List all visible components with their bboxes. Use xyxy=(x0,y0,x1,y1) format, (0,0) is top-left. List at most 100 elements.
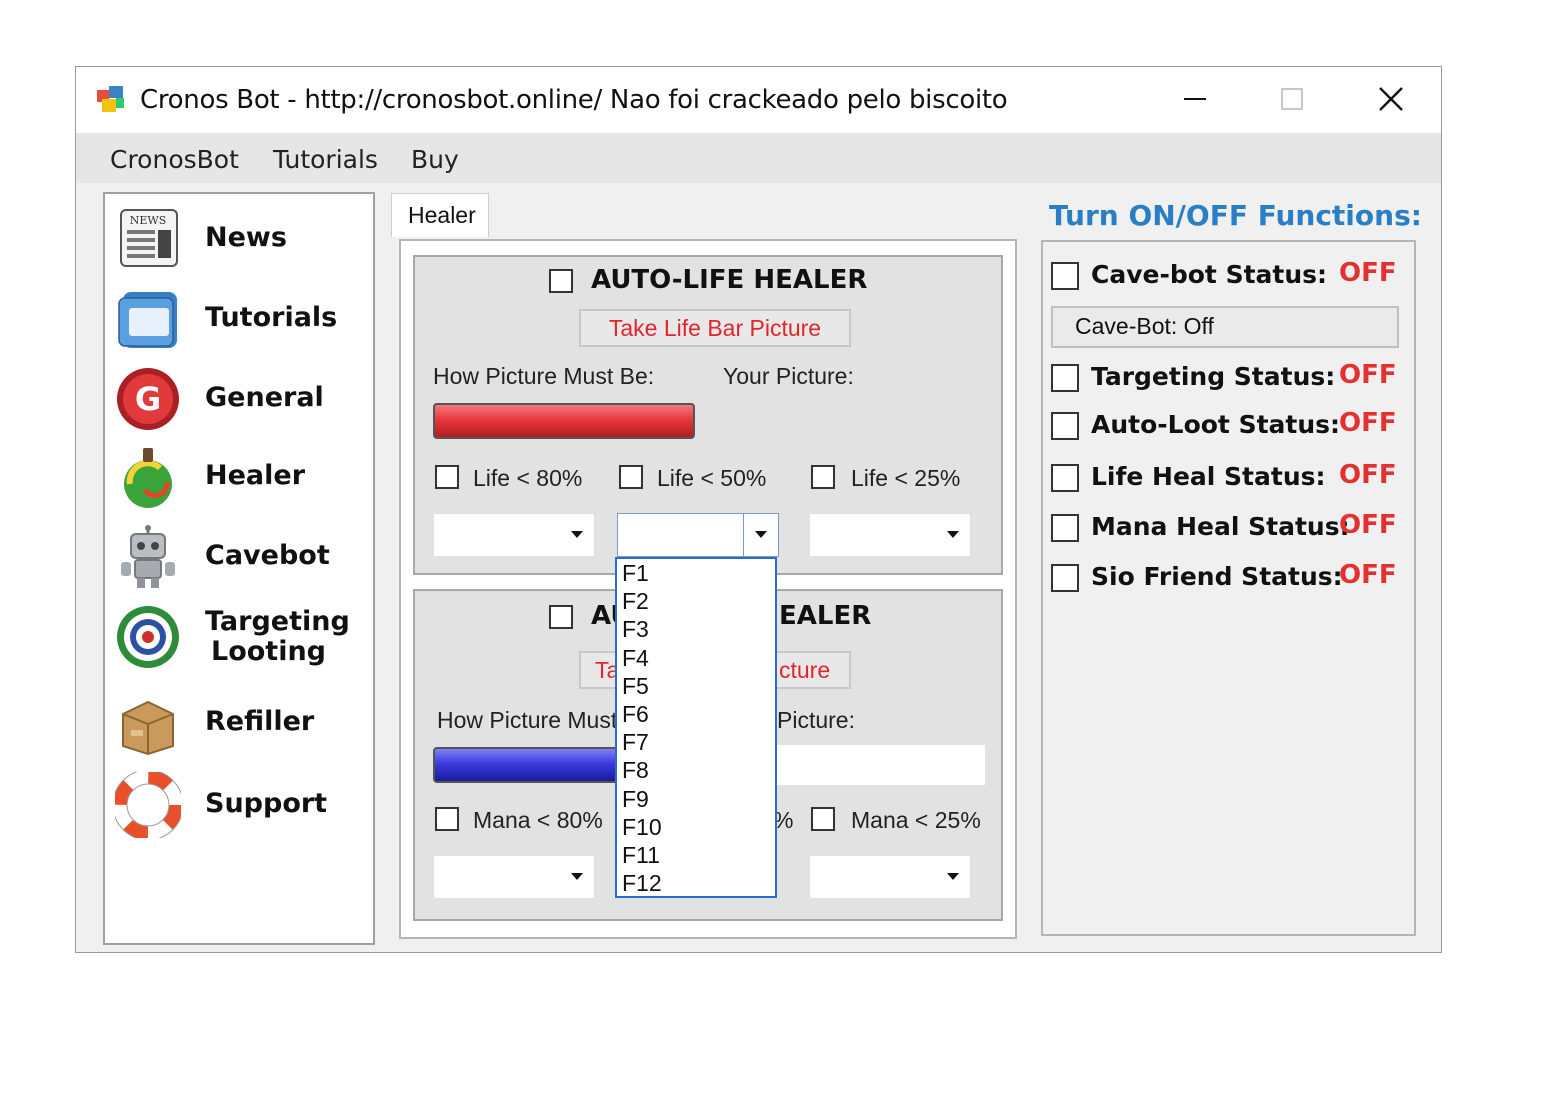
sidebar-item-label: Tutorials xyxy=(205,302,338,333)
cavebot-icon xyxy=(121,525,175,588)
life-healer-checkbox[interactable] xyxy=(549,269,573,293)
targeting-status-checkbox[interactable] xyxy=(1051,364,1079,392)
status-value: OFF xyxy=(1339,510,1397,540)
svg-text:NEWS: NEWS xyxy=(130,214,167,227)
menu-cronosbot[interactable]: CronosBot xyxy=(110,145,239,174)
mana-your-picture-box xyxy=(777,745,985,785)
manaheal-status-checkbox[interactable] xyxy=(1051,514,1079,542)
svg-text:G: G xyxy=(135,380,161,418)
life-50-label: Life < 50% xyxy=(657,465,767,491)
mana-80-hotkey-select[interactable] xyxy=(433,855,595,899)
chevron-down-icon xyxy=(936,856,970,898)
life-80-label: Life < 80% xyxy=(473,465,583,491)
sidebar-item-healer[interactable]: Healer xyxy=(113,442,369,512)
dropdown-option-f4[interactable]: F4 xyxy=(617,644,775,672)
dropdown-option-f7[interactable]: F7 xyxy=(617,728,775,756)
general-icon: G xyxy=(117,368,179,430)
status-label: Mana Heal Status: xyxy=(1091,512,1350,541)
news-icon: NEWS xyxy=(120,209,178,267)
sidebar-item-label: Refiller xyxy=(205,706,315,737)
life-healer-group: AUTO-LIFE HEALER Take Life Bar Picture H… xyxy=(413,255,1003,575)
life-25-checkbox[interactable] xyxy=(811,465,835,489)
sidebar-item-news[interactable]: NEWS News xyxy=(113,204,369,274)
status-label: Auto-Loot Status: xyxy=(1091,410,1341,439)
mana-healer-checkbox[interactable] xyxy=(549,605,573,629)
sidebar-item-label-2: Looting xyxy=(211,636,327,667)
dropdown-option-f5[interactable]: F5 xyxy=(617,672,775,700)
lifeheal-status-checkbox[interactable] xyxy=(1051,464,1079,492)
mana-healer-title-end: EALER xyxy=(779,601,872,631)
dropdown-option-f3[interactable]: F3 xyxy=(617,615,775,643)
close-icon xyxy=(1379,87,1403,111)
siofriend-status-checkbox[interactable] xyxy=(1051,564,1079,592)
dropdown-option-f12[interactable]: F12 xyxy=(617,869,775,897)
minimize-icon xyxy=(1184,98,1206,100)
life-healer-title: AUTO-LIFE HEALER xyxy=(591,265,868,295)
targeting-icon xyxy=(117,606,179,668)
life-80-checkbox[interactable] xyxy=(435,465,459,489)
sidebar-item-refiller[interactable]: Refiller xyxy=(113,688,369,758)
tab-healer[interactable]: Healer xyxy=(391,193,489,237)
tutorials-icon xyxy=(118,292,177,348)
status-value: OFF xyxy=(1339,460,1397,490)
chevron-down-icon xyxy=(560,514,594,556)
life-50-checkbox[interactable] xyxy=(619,465,643,489)
dropdown-option-f6[interactable]: F6 xyxy=(617,700,775,728)
status-label: Targeting Status: xyxy=(1091,362,1336,391)
status-label: Sio Friend Status: xyxy=(1091,562,1343,591)
your-picture-label: Your Picture: xyxy=(723,363,854,389)
functions-panel: Cave-bot Status: OFF Cave-Bot: Off Targe… xyxy=(1041,240,1416,936)
minimize-button[interactable] xyxy=(1170,79,1220,119)
chevron-down-icon xyxy=(560,856,594,898)
cavebot-state-box: Cave-Bot: Off xyxy=(1051,306,1399,348)
dropdown-option-f2[interactable]: F2 xyxy=(617,587,775,615)
sidebar-item-label: Targeting xyxy=(205,606,350,637)
title-bar: Cronos Bot - http://cronosbot.online/ Na… xyxy=(76,67,1441,133)
sidebar-item-support[interactable]: Support xyxy=(113,770,369,840)
menu-tutorials[interactable]: Tutorials xyxy=(273,145,378,174)
sidebar-item-tutorials[interactable]: Tutorials xyxy=(113,284,369,354)
mana-25-hotkey-select[interactable] xyxy=(809,855,971,899)
status-value: OFF xyxy=(1339,560,1397,590)
siofriend-status-row: Sio Friend Status: OFF xyxy=(1051,560,1406,596)
life-25-label: Life < 25% xyxy=(851,465,961,491)
sidebar-item-general[interactable]: G General xyxy=(113,364,369,434)
status-value: OFF xyxy=(1339,258,1397,288)
autoloot-status-checkbox[interactable] xyxy=(1051,412,1079,440)
status-value: OFF xyxy=(1339,408,1397,438)
chevron-down-icon xyxy=(743,514,778,556)
how-picture-label: How Picture Must xyxy=(437,707,618,733)
window-title: Cronos Bot - http://cronosbot.online/ Na… xyxy=(140,85,1008,115)
dropdown-option-f8[interactable]: F8 xyxy=(617,756,775,784)
life-bar-sample xyxy=(433,403,695,439)
dropdown-option-f11[interactable]: F11 xyxy=(617,841,775,869)
menu-buy[interactable]: Buy xyxy=(411,145,459,174)
chevron-down-icon xyxy=(936,514,970,556)
maximize-button[interactable] xyxy=(1267,79,1317,119)
dropdown-option-f10[interactable]: F10 xyxy=(617,813,775,841)
mana-25-label: Mana < 25% xyxy=(851,807,981,833)
cavebot-status-checkbox[interactable] xyxy=(1051,262,1079,290)
mana-80-checkbox[interactable] xyxy=(435,807,459,831)
sidebar-item-targeting[interactable]: Targeting Looting xyxy=(113,602,369,672)
take-life-bar-picture-button[interactable]: Take Life Bar Picture xyxy=(579,309,851,347)
autoloot-status-row: Auto-Loot Status: OFF xyxy=(1051,408,1406,444)
life-25-hotkey-select[interactable] xyxy=(809,513,971,557)
sidebar-item-label: Support xyxy=(205,788,328,819)
mana-80-label: Mana < 80% xyxy=(473,807,603,833)
sidebar-item-cavebot[interactable]: Cavebot xyxy=(113,522,369,592)
dropdown-option-f9[interactable]: F9 xyxy=(617,785,775,813)
sidebar-item-label: General xyxy=(205,382,324,413)
functions-title: Turn ON/OFF Functions: xyxy=(1049,199,1422,232)
life-80-hotkey-select[interactable] xyxy=(433,513,595,557)
close-button[interactable] xyxy=(1366,79,1416,119)
dropdown-option-f1[interactable]: F1 xyxy=(617,559,775,587)
app-icon xyxy=(97,86,124,112)
maximize-icon xyxy=(1281,88,1303,110)
menu-bar: CronosBot Tutorials Buy xyxy=(76,133,1441,183)
status-label: Cave-bot Status: xyxy=(1091,260,1328,289)
status-value: OFF xyxy=(1339,360,1397,390)
mana-25-checkbox[interactable] xyxy=(811,807,835,831)
life-50-hotkey-select[interactable] xyxy=(617,513,779,557)
sidebar-item-label: Cavebot xyxy=(205,540,330,571)
